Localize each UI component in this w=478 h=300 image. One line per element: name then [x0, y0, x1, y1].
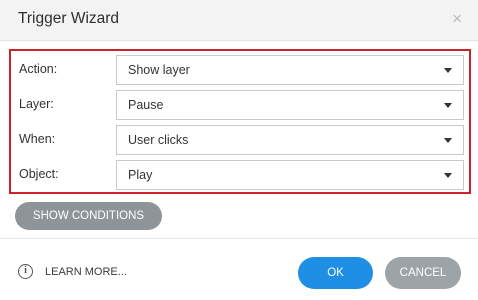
- object-select-value: Play: [128, 168, 153, 182]
- chevron-down-icon: [444, 68, 452, 73]
- layer-label: Layer:: [19, 97, 54, 111]
- dialog-header: Trigger Wizard ×: [0, 0, 478, 41]
- when-select-value: User clicks: [128, 133, 189, 147]
- chevron-down-icon: [444, 173, 452, 178]
- chevron-down-icon: [444, 103, 452, 108]
- object-label: Object:: [19, 167, 59, 181]
- info-icon[interactable]: i: [18, 264, 33, 279]
- cancel-button[interactable]: CANCEL: [385, 257, 461, 289]
- chevron-down-icon: [444, 138, 452, 143]
- layer-select[interactable]: Pause: [116, 90, 464, 120]
- footer-divider: [0, 238, 478, 239]
- ok-button[interactable]: OK: [298, 257, 373, 289]
- action-row: Action: Show layer: [11, 55, 469, 85]
- dialog-title: Trigger Wizard: [18, 10, 120, 27]
- trigger-fields-panel: Action: Show layer Layer: Pause When: Us…: [9, 49, 471, 194]
- when-select[interactable]: User clicks: [116, 125, 464, 155]
- learn-more-link[interactable]: LEARN MORE...: [45, 266, 127, 278]
- when-row: When: User clicks: [11, 125, 469, 155]
- when-label: When:: [19, 132, 56, 146]
- action-select-value: Show layer: [128, 63, 190, 77]
- object-row: Object: Play: [11, 160, 469, 190]
- object-select[interactable]: Play: [116, 160, 464, 190]
- layer-row: Layer: Pause: [11, 90, 469, 120]
- action-select[interactable]: Show layer: [116, 55, 464, 85]
- close-icon[interactable]: ×: [452, 9, 462, 29]
- show-conditions-button[interactable]: SHOW CONDITIONS: [15, 202, 162, 230]
- layer-select-value: Pause: [128, 98, 164, 112]
- action-label: Action:: [19, 62, 58, 76]
